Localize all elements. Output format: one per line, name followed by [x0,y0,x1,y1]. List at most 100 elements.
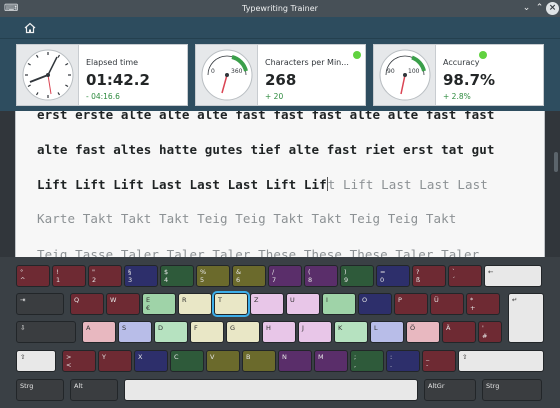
keyboard-key[interactable]: S [118,321,152,343]
keyboard-key[interactable]: /7 [268,265,302,287]
keyboard-key[interactable]: ` ´ [448,265,482,287]
keyboard-key[interactable]: ) 9 [340,265,374,287]
keyboard-key[interactable]: L [370,321,404,343]
cpm-delta: + 20 [265,92,284,101]
key-label: R [182,296,187,304]
keyboard-key[interactable]: U [286,293,320,315]
accuracy-card: 90 100 Accuracy 98.7% + 2.8% [373,44,544,106]
keyboard-key[interactable]: ⇧ [16,350,56,372]
cpm-status-dot [353,51,361,59]
key-label: O [362,296,368,304]
keyboard-key[interactable]: ? ß [412,265,446,287]
keyboard-key[interactable]: K [334,321,368,343]
lesson-line-current: Lift Lift Lift Last Last Last Lift Lift … [37,177,488,192]
key-sublabel: 9 [344,276,349,284]
keyboard-key[interactable]: * + [466,293,500,315]
keyboard-key[interactable]: P [394,293,428,315]
keyboard-key[interactable]: R [178,293,212,315]
key-label: _ [426,353,430,361]
keyboard-key[interactable]: H [262,321,296,343]
key-label: Strg [486,382,500,390]
keyboard-key[interactable]: T [212,291,250,317]
minimize-icon[interactable]: ⌄ [520,2,533,15]
keyboard-key[interactable]: % 5 [196,265,230,287]
keyboard-key[interactable]: Ü [430,293,464,315]
key-label: " [92,268,95,276]
key-label: ↵ [512,296,518,304]
keyboard-key[interactable]: Ä [442,321,476,343]
keyboard-key[interactable]: _ - [422,350,456,372]
keyboard-key[interactable]: = 0 [376,265,410,287]
keyboard-key[interactable]: ° ^ [16,265,50,287]
key-label: P [398,296,402,304]
keyboard-key[interactable]: D [154,321,188,343]
close-icon[interactable]: × [546,2,559,15]
key-label: D [158,324,164,332]
keyboard-key[interactable]: ;, [350,350,384,372]
elapsed-value: 01:42.2 [86,71,150,89]
clock-icon [22,49,74,101]
keyboard-key[interactable]: B [242,350,276,372]
keyboard-key[interactable]: Q [70,293,104,315]
key-label: $ [164,268,169,276]
keyboard-key[interactable]: ' # [478,321,502,343]
keyboard-key[interactable]: Strg [482,379,542,401]
keyboard-key[interactable]: ← [484,265,542,287]
keyboard-key[interactable]: > < [62,350,96,372]
keyboard-key[interactable]: $4 [160,265,194,287]
keyboard-key[interactable]: X [134,350,168,372]
keyboard-key[interactable]: (8 [304,265,338,287]
keyboard-key[interactable]: § 3 [124,265,158,287]
keyboard-key[interactable]: Strg [16,379,64,401]
keyboard-key[interactable]: Alt [70,379,118,401]
keyboard-key[interactable]: Y [98,350,132,372]
home-icon[interactable] [22,20,38,36]
key-sublabel: 1 [56,276,61,284]
keyboard-key[interactable]: C [170,350,204,372]
keyboard-key[interactable]: ↵ [508,293,544,343]
key-sublabel: 2 [92,276,97,284]
keyboard-key[interactable]: G [226,321,260,343]
keyboard-key[interactable]: V [206,350,240,372]
keyboard-key[interactable]: Ö [406,321,440,343]
keyboard-key[interactable]: O [358,293,392,315]
scrollbar[interactable] [554,152,558,172]
typed-text: alte fast altes hatte gutes tief alte fa… [37,142,495,157]
key-sublabel: ^ [20,276,26,284]
keyboard-key[interactable]: Z [250,293,284,315]
maximize-icon[interactable]: ⌃ [533,2,546,15]
key-label: ! [56,268,59,276]
key-label: X [138,353,143,361]
key-sublabel: ´ [452,276,456,284]
keyboard-key[interactable]: ! 1 [52,265,86,287]
key-label: I [326,296,328,304]
keyboard-key[interactable]: F [190,321,224,343]
keyboard-key[interactable]: N [278,350,312,372]
key-label: G [230,324,236,332]
key-label: ( [308,268,311,276]
key-label: Alt [74,382,83,390]
keyboard-key[interactable]: W [106,293,140,315]
keyboard-key[interactable]: J [298,321,332,343]
key-label: ) [344,268,347,276]
keyboard-key[interactable]: ⇧ [458,350,544,372]
keyboard-key[interactable]: ⇥ [16,293,64,315]
key-label: & [236,268,242,276]
key-label: S [122,324,127,332]
keyboard-key[interactable] [124,379,418,401]
key-label: ⇥ [20,296,26,304]
keyboard-key[interactable]: A [82,321,116,343]
keyboard-key[interactable]: ⇩ [16,321,76,343]
key-label: ' [482,324,484,332]
keyboard-key[interactable]: :. [386,350,420,372]
keyboard-key[interactable]: M [314,350,348,372]
keyboard-key[interactable]: I [322,293,356,315]
keyboard-key[interactable]: E € [142,293,176,315]
pending-text: t Lift Last Last Last [327,177,488,192]
keyboard-key[interactable]: " 2 [88,265,122,287]
accuracy-meter-icon: 90 100 [379,49,431,101]
lesson-text-area[interactable]: erst erste alte alte alte fast fast fast… [15,111,545,257]
keyboard-key[interactable]: AltGr [424,379,476,401]
key-label: ` [452,268,456,276]
keyboard-key[interactable]: & 6 [232,265,266,287]
